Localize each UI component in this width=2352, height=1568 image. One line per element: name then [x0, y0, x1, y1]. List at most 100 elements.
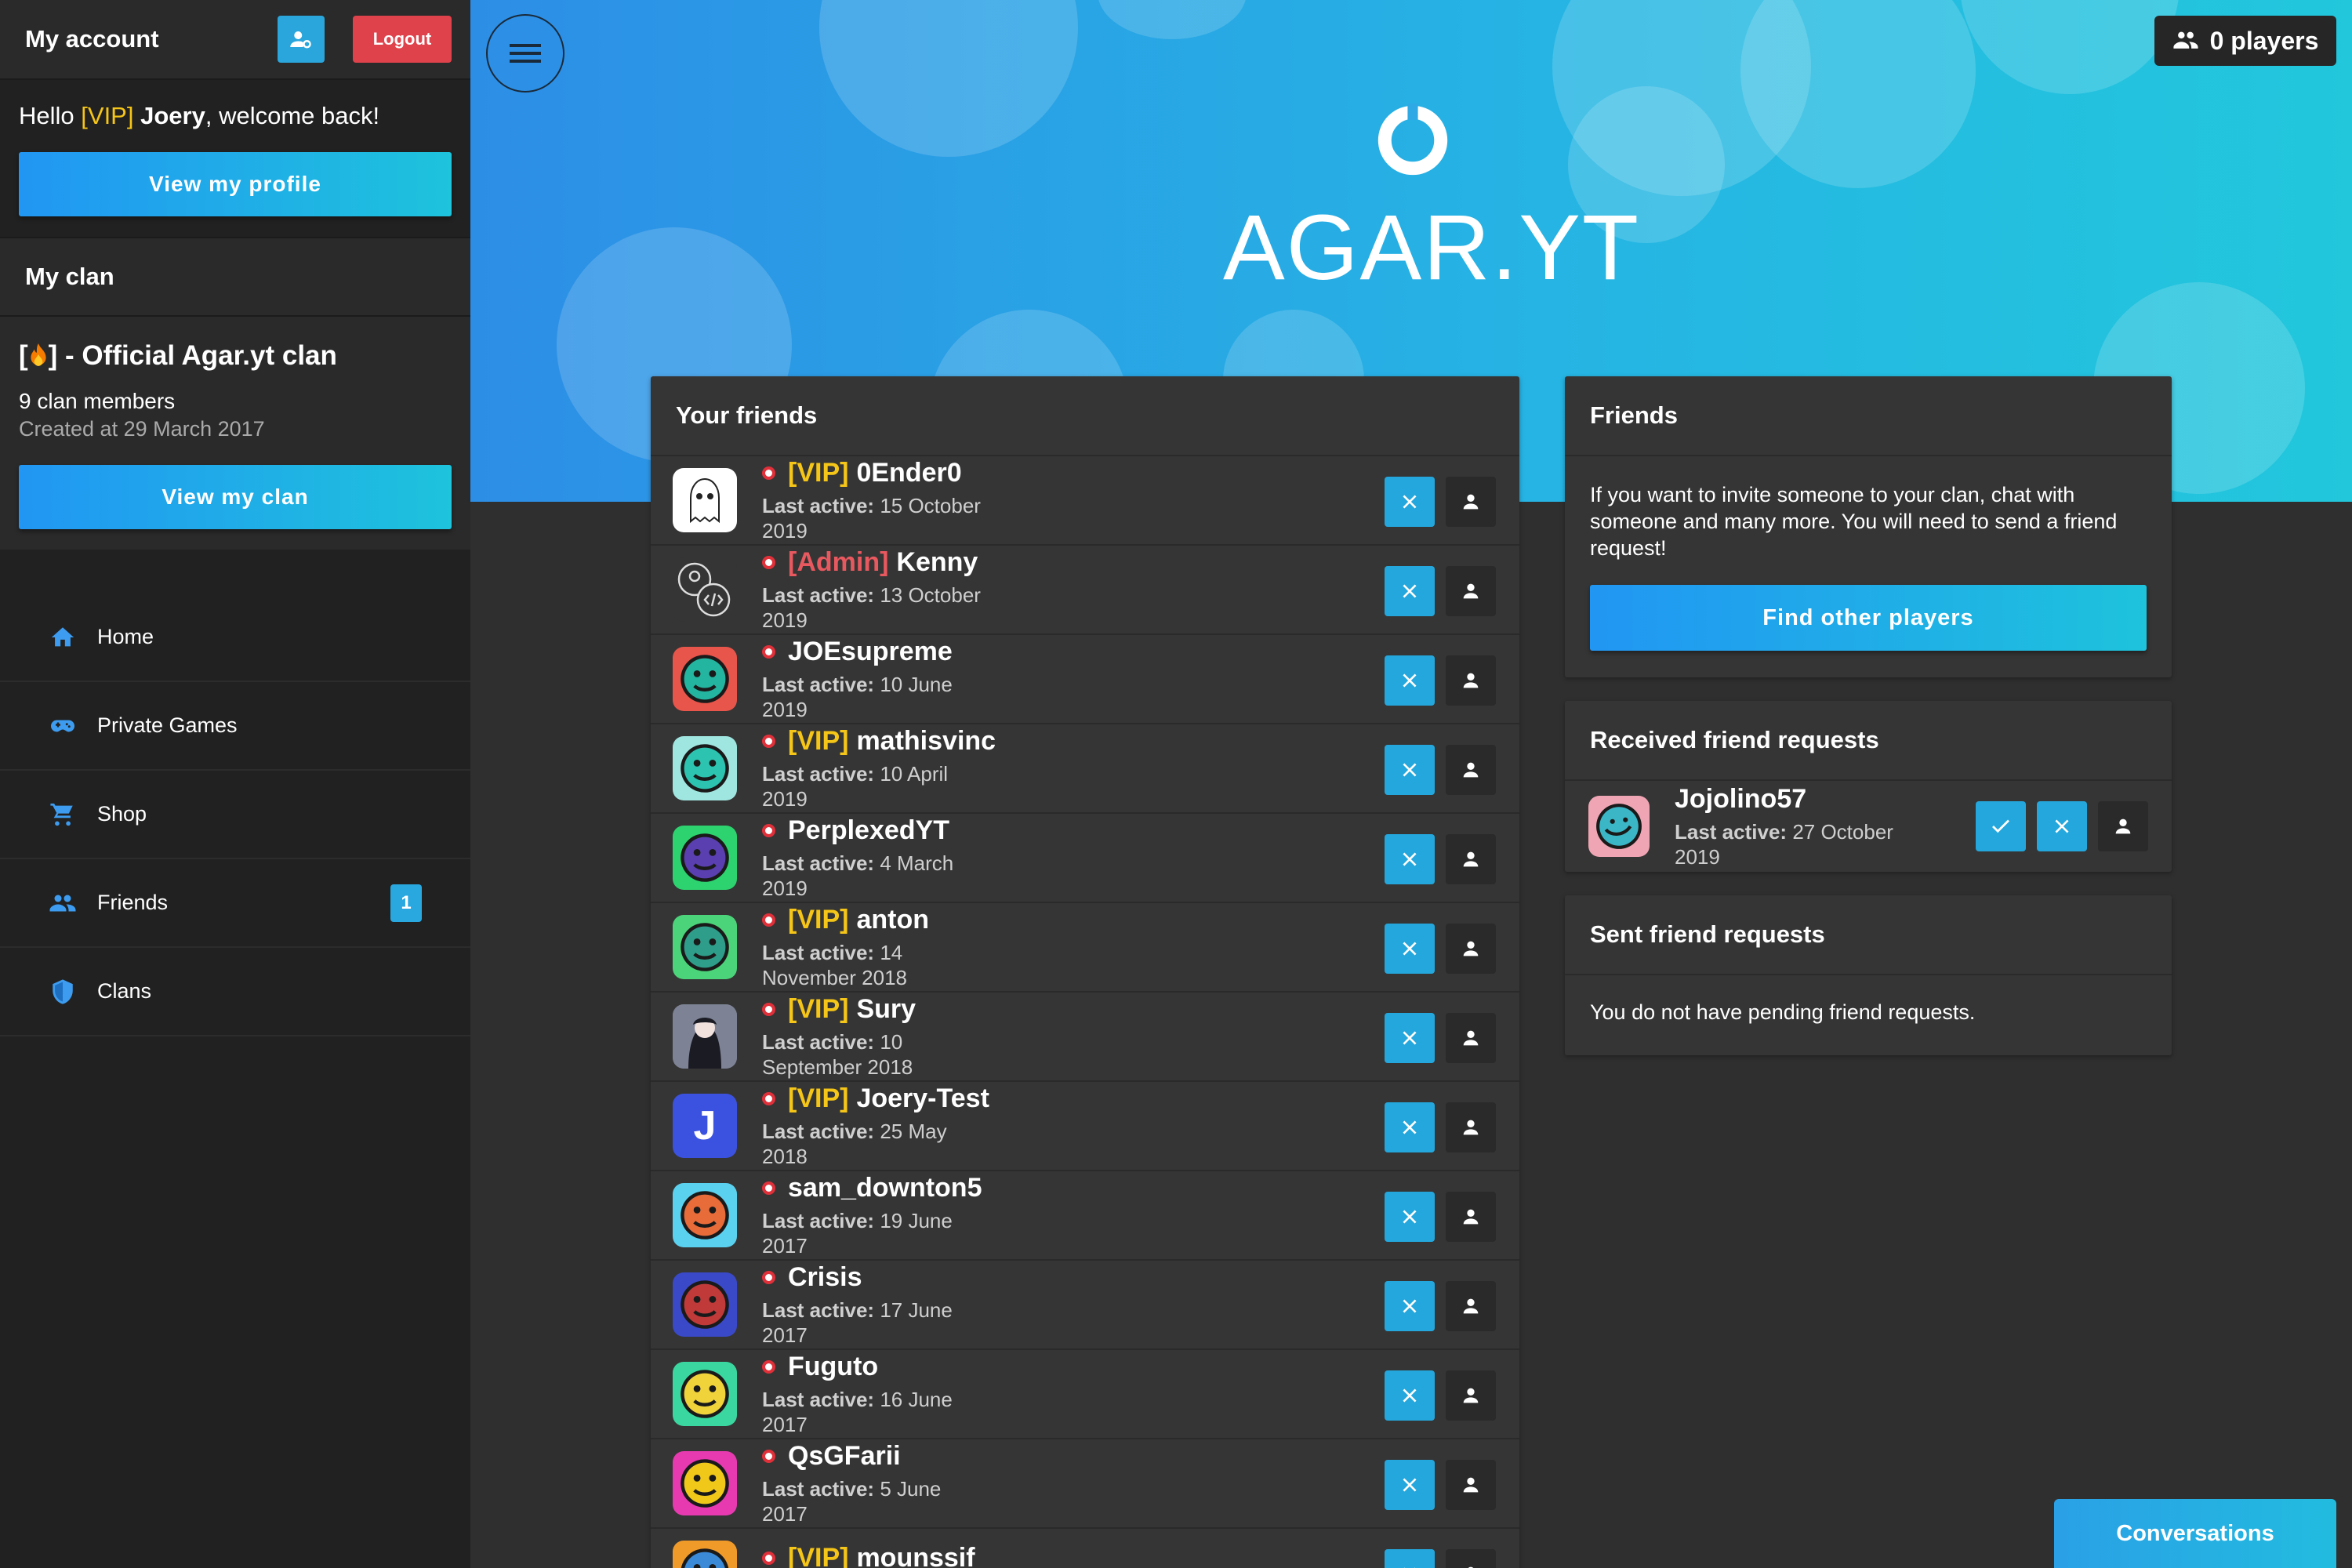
friend-info: Fuguto Last active: 16 June 2017 — [762, 1352, 982, 1437]
remove-friend-button[interactable] — [1385, 655, 1435, 706]
avatar — [673, 826, 737, 890]
friend-rank: [VIP] — [788, 1083, 849, 1113]
sidebar: My account Logout Hello [VIP] Joery, wel… — [0, 0, 470, 1568]
clan-name-text: ] - Official Agar.yt clan — [48, 340, 337, 371]
person-icon — [1463, 1030, 1479, 1046]
sidebar-item-private-games[interactable]: Private Games — [0, 682, 470, 771]
friend-info: sam_downton5 Last active: 19 June 2017 — [762, 1173, 982, 1258]
last-active: Last active: 10 September 2018 — [762, 1029, 982, 1080]
view-friend-profile-button[interactable] — [1446, 1102, 1496, 1152]
friend-name[interactable]: [VIP] anton — [762, 905, 982, 935]
friends-info-card: Friends If you want to invite someone to… — [1565, 376, 2172, 677]
view-friend-profile-button[interactable] — [1446, 1460, 1496, 1510]
avatar — [1588, 796, 1650, 857]
friend-name[interactable]: PerplexedYT — [762, 815, 982, 846]
remove-friend-button[interactable] — [1385, 1549, 1435, 1568]
friend-name[interactable]: [VIP] mounssif — [762, 1543, 982, 1568]
avatar — [673, 1451, 737, 1515]
friend-name[interactable]: Fuguto — [762, 1352, 982, 1382]
sidebar-nav: Home Private Games Shop Friends 1 Clans — [0, 593, 470, 1036]
last-active: Last active: 15 October 2019 — [762, 493, 982, 543]
friend-name[interactable]: JOEsupreme — [762, 637, 982, 667]
close-icon — [1403, 673, 1417, 688]
last-active-label: Last active: — [762, 493, 875, 517]
friend-name[interactable]: [VIP] 0Ender0 — [762, 458, 982, 488]
friend-username: Sury — [856, 993, 916, 1024]
clan-box: [] - Official Agar.yt clan 9 clan member… — [0, 317, 470, 550]
friend-actions — [1385, 566, 1496, 616]
sidebar-item-clans[interactable]: Clans — [0, 948, 470, 1036]
clan-created: Created at 29 March 2017 — [19, 417, 265, 441]
last-active-label: Last active: — [1675, 819, 1788, 844]
close-icon — [1403, 1388, 1417, 1403]
remove-friend-button[interactable] — [1385, 834, 1435, 884]
friend-username: QsGFarii — [788, 1440, 901, 1471]
person-icon — [1463, 762, 1479, 778]
remove-friend-button[interactable] — [1385, 1460, 1435, 1510]
last-active: Last active: 4 March 2019 — [762, 851, 982, 901]
menu-button[interactable] — [486, 14, 564, 93]
find-players-button[interactable]: Find other players — [1590, 585, 2147, 651]
remove-friend-button[interactable] — [1385, 745, 1435, 795]
sidebar-item-label: Private Games — [97, 713, 238, 737]
remove-friend-button[interactable] — [1385, 924, 1435, 974]
view-profile-icon-button[interactable] — [2098, 801, 2148, 851]
remove-friend-button[interactable] — [1385, 1013, 1435, 1063]
last-active-label: Last active: — [762, 1119, 875, 1143]
friend-name[interactable]: [VIP] mathisvinc — [762, 726, 996, 757]
remove-friend-button[interactable] — [1385, 1102, 1435, 1152]
friend-username: mathisvinc — [856, 725, 996, 756]
friend-name[interactable]: sam_downton5 — [762, 1173, 982, 1203]
offline-status-dot — [762, 913, 775, 927]
friend-username: anton — [856, 904, 929, 935]
remove-friend-button[interactable] — [1385, 477, 1435, 527]
offline-status-dot — [762, 1551, 775, 1565]
accept-request-button[interactable] — [1976, 801, 2026, 851]
view-friend-profile-button[interactable] — [1446, 834, 1496, 884]
account-settings-button[interactable] — [278, 16, 325, 63]
friend-row: J [VIP] Joery-Test Last active: 25 May 2018 — [651, 1082, 1519, 1171]
friends-info-title: Friends — [1565, 376, 2172, 456]
view-friend-profile-button[interactable] — [1446, 745, 1496, 795]
offline-status-dot — [762, 1091, 775, 1105]
remove-friend-button[interactable] — [1385, 1281, 1435, 1331]
remove-friend-button[interactable] — [1385, 1192, 1435, 1242]
account-header: My account Logout — [0, 0, 470, 80]
view-friend-profile-button[interactable] — [1446, 1192, 1496, 1242]
friend-info: [Admin] Kenny Last active: 13 October 2019 — [762, 547, 982, 633]
decline-request-button[interactable] — [2037, 801, 2087, 851]
friend-info: [VIP] Sury Last active: 10 September 2018 — [762, 994, 982, 1080]
friends-info-text: If you want to invite someone to your cl… — [1590, 483, 2118, 560]
view-clan-button[interactable]: View my clan — [19, 465, 452, 529]
friends-list-card: Your friends [VIP] 0Ender0 Last active: 15… — [651, 376, 1519, 1568]
logout-button[interactable]: Logout — [353, 16, 452, 63]
view-profile-button[interactable]: View my profile — [19, 152, 452, 216]
sidebar-item-home[interactable]: Home — [0, 593, 470, 682]
close-icon — [1403, 1210, 1417, 1224]
view-friend-profile-button[interactable] — [1446, 655, 1496, 706]
close-icon — [1403, 1299, 1417, 1313]
friend-name[interactable]: [VIP] Sury — [762, 994, 982, 1025]
remove-friend-button[interactable] — [1385, 1370, 1435, 1421]
friend-username: Joery-Test — [856, 1083, 989, 1113]
friend-name[interactable]: [VIP] Joery-Test — [762, 1083, 989, 1114]
friend-name[interactable]: Jojolino57 — [1675, 784, 1894, 815]
view-friend-profile-button[interactable] — [1446, 924, 1496, 974]
friend-name[interactable]: QsGFarii — [762, 1441, 982, 1472]
view-friend-profile-button[interactable] — [1446, 1281, 1496, 1331]
view-friend-profile-button[interactable] — [1446, 1370, 1496, 1421]
conversations-button[interactable]: Conversations — [2054, 1499, 2336, 1568]
sidebar-item-friends[interactable]: Friends 1 — [0, 859, 470, 948]
last-active-label: Last active: — [762, 1387, 875, 1411]
view-friend-profile-button[interactable] — [1446, 477, 1496, 527]
friend-name[interactable]: [Admin] Kenny — [762, 547, 982, 578]
view-friend-profile-button[interactable] — [1446, 566, 1496, 616]
friend-info: [VIP] anton Last active: 14 November 2018 — [762, 905, 982, 990]
sidebar-item-shop[interactable]: Shop — [0, 771, 470, 859]
close-icon — [1403, 1567, 1416, 1568]
friend-actions — [1385, 834, 1496, 884]
view-friend-profile-button[interactable] — [1446, 1549, 1496, 1568]
friend-name[interactable]: Crisis — [762, 1262, 982, 1293]
view-friend-profile-button[interactable] — [1446, 1013, 1496, 1063]
remove-friend-button[interactable] — [1385, 566, 1435, 616]
